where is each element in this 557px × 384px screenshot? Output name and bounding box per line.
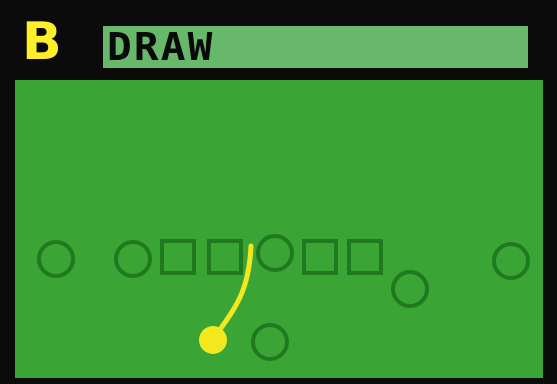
play-title: DRAW <box>107 25 215 69</box>
player-circle-marker <box>492 242 530 280</box>
play-diagram <box>37 234 530 361</box>
play-header: B DRAW <box>0 0 557 78</box>
ball-carrier-marker <box>199 326 227 354</box>
play-slot-letter: B <box>22 12 62 72</box>
player-circle-marker <box>251 323 289 361</box>
player-square-marker <box>347 239 383 275</box>
play-title-bar: DRAW <box>103 26 528 68</box>
play-card[interactable]: B DRAW <box>0 0 557 384</box>
player-circle-marker <box>391 270 429 308</box>
player-square-marker <box>302 239 338 275</box>
play-field <box>15 80 543 378</box>
player-square-marker <box>160 239 196 275</box>
player-circle-marker <box>114 240 152 278</box>
player-circle-marker <box>256 234 294 272</box>
ball-carrier-route <box>218 243 254 331</box>
player-square-marker <box>207 239 243 275</box>
player-circle-marker <box>37 240 75 278</box>
